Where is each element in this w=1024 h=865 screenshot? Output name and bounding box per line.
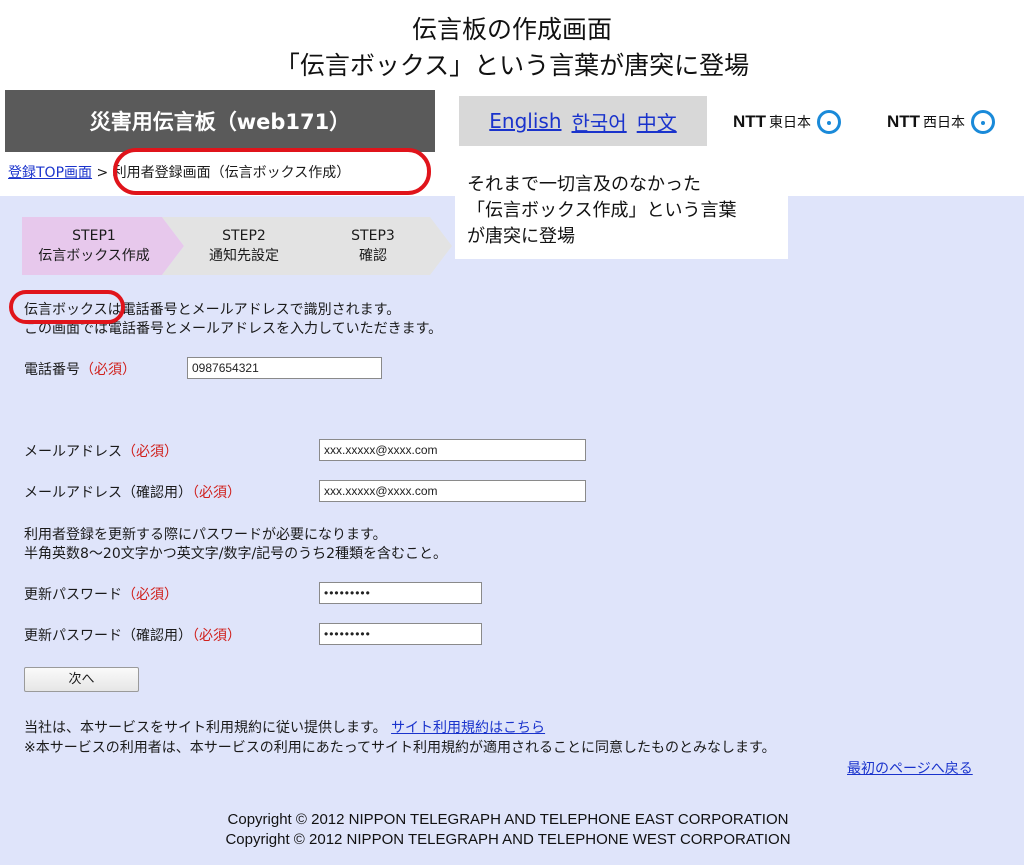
password-label-text: 更新パスワード	[24, 587, 122, 603]
password-input[interactable]: •••••••••	[319, 582, 482, 604]
annotation-line: 「伝言ボックス作成」という言葉	[467, 200, 737, 221]
step-3-sub: 確認	[359, 248, 387, 264]
breadcrumb-separator: >	[96, 165, 109, 181]
required-tag: （必須）	[192, 628, 241, 644]
email-label: メールアドレス（必須）	[24, 441, 178, 461]
required-tag: （必須）	[122, 587, 178, 603]
terms-line-2: ※本サービスの利用者は、本サービスの利用にあたってサイト利用規約が適用されること…	[24, 740, 776, 756]
ntt-west-logo: NTT 西日本	[887, 110, 996, 134]
copyright-east: Copyright © 2012 NIPPON TELEGRAPH AND TE…	[227, 811, 789, 828]
email-confirm-label: メールアドレス（確認用）（必須）	[24, 482, 241, 502]
breadcrumb-current: 利用者登録画面（伝言ボックス作成）	[112, 165, 351, 181]
ntt-east-logo-region: 東日本	[769, 114, 812, 130]
next-button[interactable]: 次へ	[24, 667, 139, 692]
password-note-2: 半角英数8〜20文字かつ英文字/数字/記号のうち2種類を含むこと。	[24, 546, 448, 562]
annotation-line: それまで一切言及のなかった	[467, 174, 701, 195]
ntt-ring-icon	[971, 110, 996, 134]
ntt-ring-icon	[817, 110, 842, 134]
phone-label: 電話番号（必須）	[24, 359, 136, 379]
language-link-english[interactable]: English	[489, 109, 561, 133]
step-3-label: STEP3	[351, 228, 395, 244]
breadcrumb-home-link[interactable]: 登録TOP画面	[8, 165, 92, 181]
annotation-callout: それまで一切言及のなかった 「伝言ボックス作成」という言葉 が唐突に登場	[455, 162, 788, 259]
annotation-line: が唐突に登場	[467, 226, 575, 247]
password-note-1: 利用者登録を更新する際にパスワードが必要になります。	[24, 527, 387, 543]
password-confirm-label: 更新パスワード（確認用）（必須）	[24, 625, 241, 645]
required-tag: （必須）	[192, 485, 241, 501]
ntt-east-logo: NTT 東日本	[733, 110, 842, 134]
terms-link[interactable]: サイト利用規約はこちら	[391, 720, 545, 736]
step-2-label: STEP2	[222, 228, 266, 244]
step-1-sub: 伝言ボックス作成	[38, 248, 150, 264]
breadcrumb: 登録TOP画面 > 利用者登録画面（伝言ボックス作成）	[8, 162, 350, 182]
step-1: STEP1 伝言ボックス作成	[22, 217, 184, 275]
intro-term: 伝言ボックス	[24, 302, 108, 318]
language-link-chinese[interactable]: 中文	[637, 107, 677, 136]
terms-text: 当社は、本サービスをサイト利用規約に従い提供します。	[24, 720, 387, 736]
email-input[interactable]: xxx.xxxxx@xxxx.com	[319, 439, 586, 461]
password-label: 更新パスワード（必須）	[24, 584, 178, 604]
intro-line-1-rest: は電話番号とメールアドレスで識別されます。	[107, 302, 401, 318]
email-label-text: メールアドレス	[24, 444, 122, 460]
email-confirm-label-text: メールアドレス（確認用）	[24, 485, 192, 501]
password-confirm-label-text: 更新パスワード（確認用）	[24, 628, 192, 644]
intro-line-1: 伝言ボックスは電話番号とメールアドレスで識別されます。	[24, 299, 400, 319]
intro-line-2: この画面では電話番号とメールアドレスを入力していただきます。	[24, 321, 443, 337]
phone-input[interactable]: 0987654321	[187, 357, 382, 379]
ntt-west-logo-text: NTT	[887, 112, 921, 131]
site-brand: 災害用伝言板（web171）	[5, 90, 435, 152]
email-confirm-input[interactable]: xxx.xxxxx@xxxx.com	[319, 480, 586, 502]
slide-title: 伝言板の作成画面	[411, 15, 612, 44]
required-tag: （必須）	[122, 444, 178, 460]
step-1-label: STEP1	[72, 228, 116, 244]
step-2-sub: 通知先設定	[209, 248, 279, 264]
copyright-west: Copyright © 2012 NIPPON TELEGRAPH AND TE…	[225, 831, 791, 848]
slide-subtitle: 「伝言ボックス」という言葉が唐突に登場	[274, 51, 750, 80]
language-link-korean[interactable]: 한국어	[572, 107, 627, 136]
step-3: STEP3 確認	[282, 217, 452, 275]
language-switcher: English 한국어 中文	[459, 96, 707, 146]
ntt-east-logo-text: NTT	[733, 112, 767, 131]
password-confirm-input[interactable]: •••••••••	[319, 623, 482, 645]
phone-label-text: 電話番号	[24, 362, 80, 378]
terms-line-1: 当社は、本サービスをサイト利用規約に従い提供します。 サイト利用規約はこちら	[24, 717, 545, 737]
ntt-west-logo-region: 西日本	[923, 114, 966, 130]
required-tag: （必須）	[80, 362, 136, 378]
back-to-top-link[interactable]: 最初のページへ戻る	[847, 758, 973, 778]
